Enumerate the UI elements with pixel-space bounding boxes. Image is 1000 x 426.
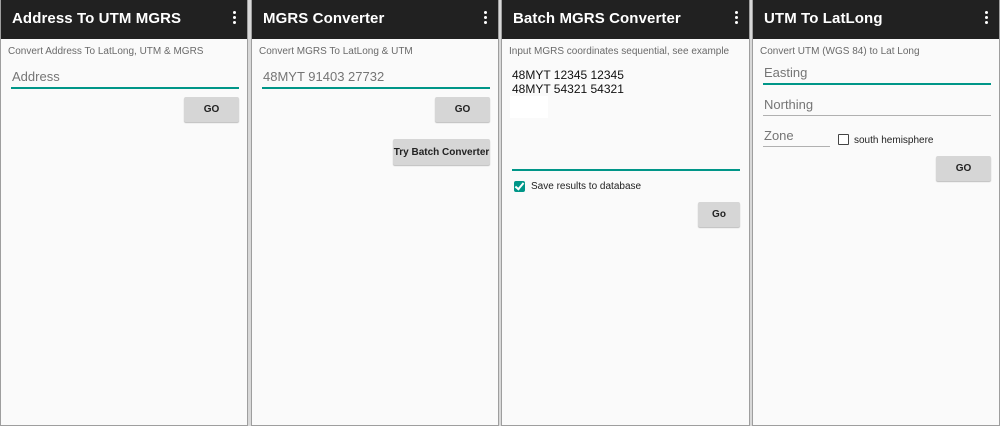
app-bar: Batch MGRS Converter [502,0,749,39]
screen-caption: Input MGRS coordinates sequential, see e… [509,46,730,57]
app-bar-title: UTM To LatLong [764,10,883,27]
app-bar: Address To UTM MGRS [1,0,247,39]
northing-input[interactable] [763,97,991,116]
screen-caption: Convert UTM (WGS 84) to Lat Long [760,46,920,57]
app-bar: MGRS Converter [252,0,498,39]
try-batch-converter-button[interactable]: Try Batch Converter [393,139,490,165]
go-button[interactable]: GO [936,156,991,181]
go-button[interactable]: Go [698,202,740,227]
more-vert-icon[interactable] [232,11,238,27]
go-button[interactable]: GO [435,97,490,122]
screen-caption: Convert MGRS To LatLong & UTM [259,46,413,57]
more-vert-icon[interactable] [483,11,489,27]
mgrs-coordinates-textarea[interactable]: 48MYT 12345 12345 48MYT 54321 54321 [512,68,624,96]
screen-utm-to-latlong: UTM To LatLong Convert UTM (WGS 84) to L… [752,0,1000,426]
textarea-underline [512,169,740,171]
screen-address-to-utm: Address To UTM MGRS Convert Address To L… [0,0,248,426]
easting-input[interactable] [763,65,991,85]
mgrs-input[interactable] [262,69,490,89]
app-bar-title: MGRS Converter [263,10,385,27]
south-hemisphere-checkbox[interactable] [838,134,849,145]
save-results-label: Save results to database [531,181,642,192]
go-button[interactable]: GO [184,97,239,122]
text-cursor-area [510,96,548,118]
more-vert-icon[interactable] [734,11,740,27]
screen-batch-mgrs-converter: Batch MGRS Converter Input MGRS coordina… [501,0,750,426]
app-bar-title: Address To UTM MGRS [12,10,182,27]
app-bar-title: Batch MGRS Converter [513,10,681,27]
address-input[interactable] [11,69,239,89]
more-vert-icon[interactable] [984,11,990,27]
save-results-checkbox[interactable] [514,181,525,192]
screen-caption: Convert Address To LatLong, UTM & MGRS [8,46,204,57]
app-bar: UTM To LatLong [753,0,999,39]
south-hemisphere-label: south hemisphere [854,135,934,146]
zone-input[interactable] [763,128,830,147]
screen-mgrs-converter: MGRS Converter Convert MGRS To LatLong &… [251,0,499,426]
screenshot-strip: Address To UTM MGRS Convert Address To L… [0,0,1000,426]
